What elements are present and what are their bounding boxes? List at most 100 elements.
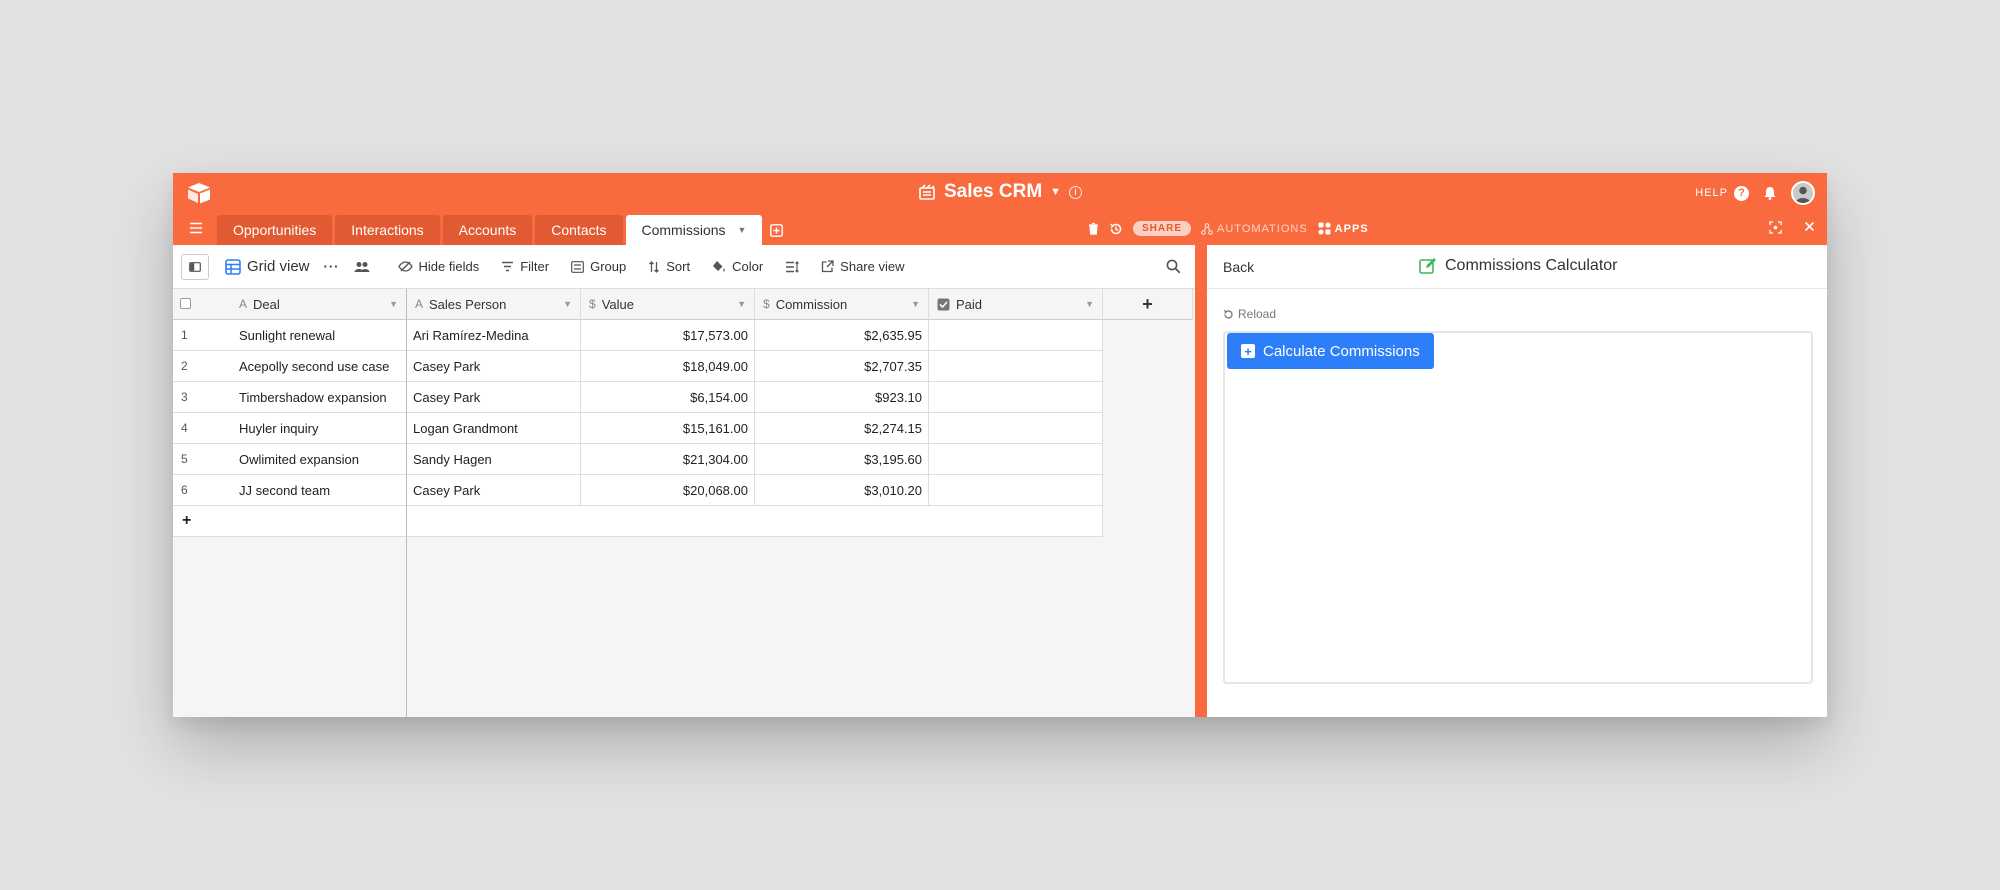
chevron-down-icon[interactable]: ▼ xyxy=(737,299,746,309)
cell-paid[interactable] xyxy=(929,413,1103,444)
cell-commission[interactable]: $2,707.35 xyxy=(755,351,929,382)
help-link[interactable]: HELP ? xyxy=(1695,185,1749,201)
cell-paid[interactable] xyxy=(929,444,1103,475)
hide-fields-button[interactable]: Hide fields xyxy=(397,259,479,274)
cell-paid[interactable] xyxy=(929,351,1103,382)
currency-field-icon: $ xyxy=(763,297,770,311)
chevron-down-icon[interactable]: ▼ xyxy=(738,225,747,235)
chevron-down-icon[interactable]: ▼ xyxy=(1085,299,1094,309)
select-all-checkbox[interactable] xyxy=(180,298,191,309)
share-button[interactable]: SHARE xyxy=(1133,221,1192,236)
view-menu-button[interactable]: ··· xyxy=(324,259,340,274)
cell-value[interactable]: $18,049.00 xyxy=(581,351,755,382)
calculate-commissions-button[interactable]: + Calculate Commissions xyxy=(1227,333,1434,369)
column-header-paid[interactable]: Paid ▼ xyxy=(929,289,1103,320)
row-height-button[interactable] xyxy=(785,260,800,273)
views-sidebar-toggle[interactable] xyxy=(181,253,209,280)
bell-icon[interactable] xyxy=(1763,186,1777,200)
apps-button[interactable]: APPS xyxy=(1318,222,1369,235)
cell-deal[interactable]: Acepolly second use case xyxy=(233,351,407,382)
color-button[interactable]: Color xyxy=(712,259,763,274)
add-row-area[interactable] xyxy=(407,506,1103,537)
close-icon[interactable] xyxy=(1804,221,1815,232)
people-icon xyxy=(354,261,370,272)
trash-icon[interactable] xyxy=(1088,222,1099,235)
cell-deal[interactable]: Sunlight renewal xyxy=(233,320,407,351)
cell-sales-person[interactable]: Casey Park xyxy=(407,382,581,413)
reload-label: Reload xyxy=(1238,307,1277,321)
chevron-down-icon[interactable]: ▼ xyxy=(911,299,920,309)
add-table-button[interactable] xyxy=(765,215,787,245)
hamburger-menu-icon[interactable] xyxy=(189,222,203,234)
cell-value[interactable]: $17,573.00 xyxy=(581,320,755,351)
info-icon[interactable]: i xyxy=(1069,185,1083,199)
grid-panel: Grid view ··· Hide fields Filter Group S… xyxy=(173,245,1195,717)
cell-commission[interactable]: $3,195.60 xyxy=(755,444,929,475)
group-button[interactable]: Group xyxy=(571,259,626,274)
cell-value[interactable]: $20,068.00 xyxy=(581,475,755,506)
collaborative-view-button[interactable] xyxy=(354,261,370,273)
automations-button[interactable]: AUTOMATIONS xyxy=(1201,223,1308,235)
column-header-sales-person[interactable]: A Sales Person ▼ xyxy=(407,289,581,320)
share-external-icon xyxy=(822,260,834,273)
sort-label: Sort xyxy=(666,259,691,274)
tab-opportunities[interactable]: Opportunities xyxy=(217,215,333,245)
search-icon[interactable] xyxy=(1166,259,1181,274)
reload-button[interactable]: Reload xyxy=(1223,307,1276,321)
cell-paid[interactable] xyxy=(929,320,1103,351)
tab-label: Commissions xyxy=(641,222,726,238)
app-window: Sales CRM ▼ i HELP ? Opportunities Inter… xyxy=(173,173,1827,717)
cell-commission[interactable]: $923.10 xyxy=(755,382,929,413)
sort-button[interactable]: Sort xyxy=(648,259,690,274)
cell-deal[interactable]: JJ second team xyxy=(233,475,407,506)
cell-deal[interactable]: Owlimited expansion xyxy=(233,444,407,475)
column-header-commission[interactable]: $ Commission ▼ xyxy=(755,289,929,320)
table-tabs: Opportunities Interactions Accounts Cont… xyxy=(217,215,787,245)
automations-icon xyxy=(1201,222,1213,235)
cell-value[interactable]: $21,304.00 xyxy=(581,444,755,475)
cell-sales-person[interactable]: Casey Park xyxy=(407,351,581,382)
tab-label: Accounts xyxy=(458,222,517,238)
row-number: 3 xyxy=(173,382,233,413)
tab-contacts[interactable]: Contacts xyxy=(535,215,623,245)
share-view-button[interactable]: Share view xyxy=(821,259,904,274)
view-selector[interactable]: Grid view xyxy=(225,258,310,275)
cell-commission[interactable]: $3,010.20 xyxy=(755,475,929,506)
chevron-down-icon[interactable]: ▼ xyxy=(563,299,572,309)
filter-label: Filter xyxy=(520,259,550,274)
apps-label: APPS xyxy=(1334,222,1369,235)
add-column-button[interactable]: + xyxy=(1103,289,1193,320)
cell-sales-person[interactable]: Sandy Hagen xyxy=(407,444,581,475)
cell-commission[interactable]: $2,274.15 xyxy=(755,413,929,444)
tab-accounts[interactable]: Accounts xyxy=(442,215,533,245)
cell-deal[interactable]: Huyler inquiry xyxy=(233,413,407,444)
cell-paid[interactable] xyxy=(929,382,1103,413)
tab-interactions[interactable]: Interactions xyxy=(335,215,440,245)
cell-deal[interactable]: Timbershadow expansion xyxy=(233,382,407,413)
cell-value[interactable]: $15,161.00 xyxy=(581,413,755,444)
app-title-text: Commissions Calculator xyxy=(1445,257,1618,274)
tab-commissions[interactable]: Commissions ▼ xyxy=(625,215,763,245)
app-frame: + Calculate Commissions xyxy=(1223,331,1813,684)
cell-sales-person[interactable]: Casey Park xyxy=(407,475,581,506)
back-button[interactable]: Back xyxy=(1223,259,1254,275)
cell-commission[interactable]: $2,635.95 xyxy=(755,320,929,351)
add-row-button[interactable]: + xyxy=(173,506,407,537)
base-title[interactable]: Sales CRM ▼ i xyxy=(173,181,1827,203)
base-title-text: Sales CRM xyxy=(943,181,1043,202)
chevron-down-icon[interactable]: ▼ xyxy=(1050,186,1061,198)
cell-value[interactable]: $6,154.00 xyxy=(581,382,755,413)
filter-button[interactable]: Filter xyxy=(501,259,549,274)
cell-sales-person[interactable]: Logan Grandmont xyxy=(407,413,581,444)
chevron-down-icon[interactable]: ▼ xyxy=(389,299,398,309)
panel-divider[interactable] xyxy=(1195,245,1207,717)
cell-sales-person[interactable]: Ari Ramírez-Medina xyxy=(407,320,581,351)
fullscreen-icon[interactable] xyxy=(1769,221,1782,234)
panel-window-controls xyxy=(1769,221,1815,234)
column-header-value[interactable]: $ Value ▼ xyxy=(581,289,755,320)
avatar[interactable] xyxy=(1791,181,1815,205)
history-icon[interactable] xyxy=(1109,222,1123,236)
column-header-deal[interactable]: A Deal ▼ xyxy=(173,289,407,320)
cell-paid[interactable] xyxy=(929,475,1103,506)
plus-icon: + xyxy=(182,512,192,529)
